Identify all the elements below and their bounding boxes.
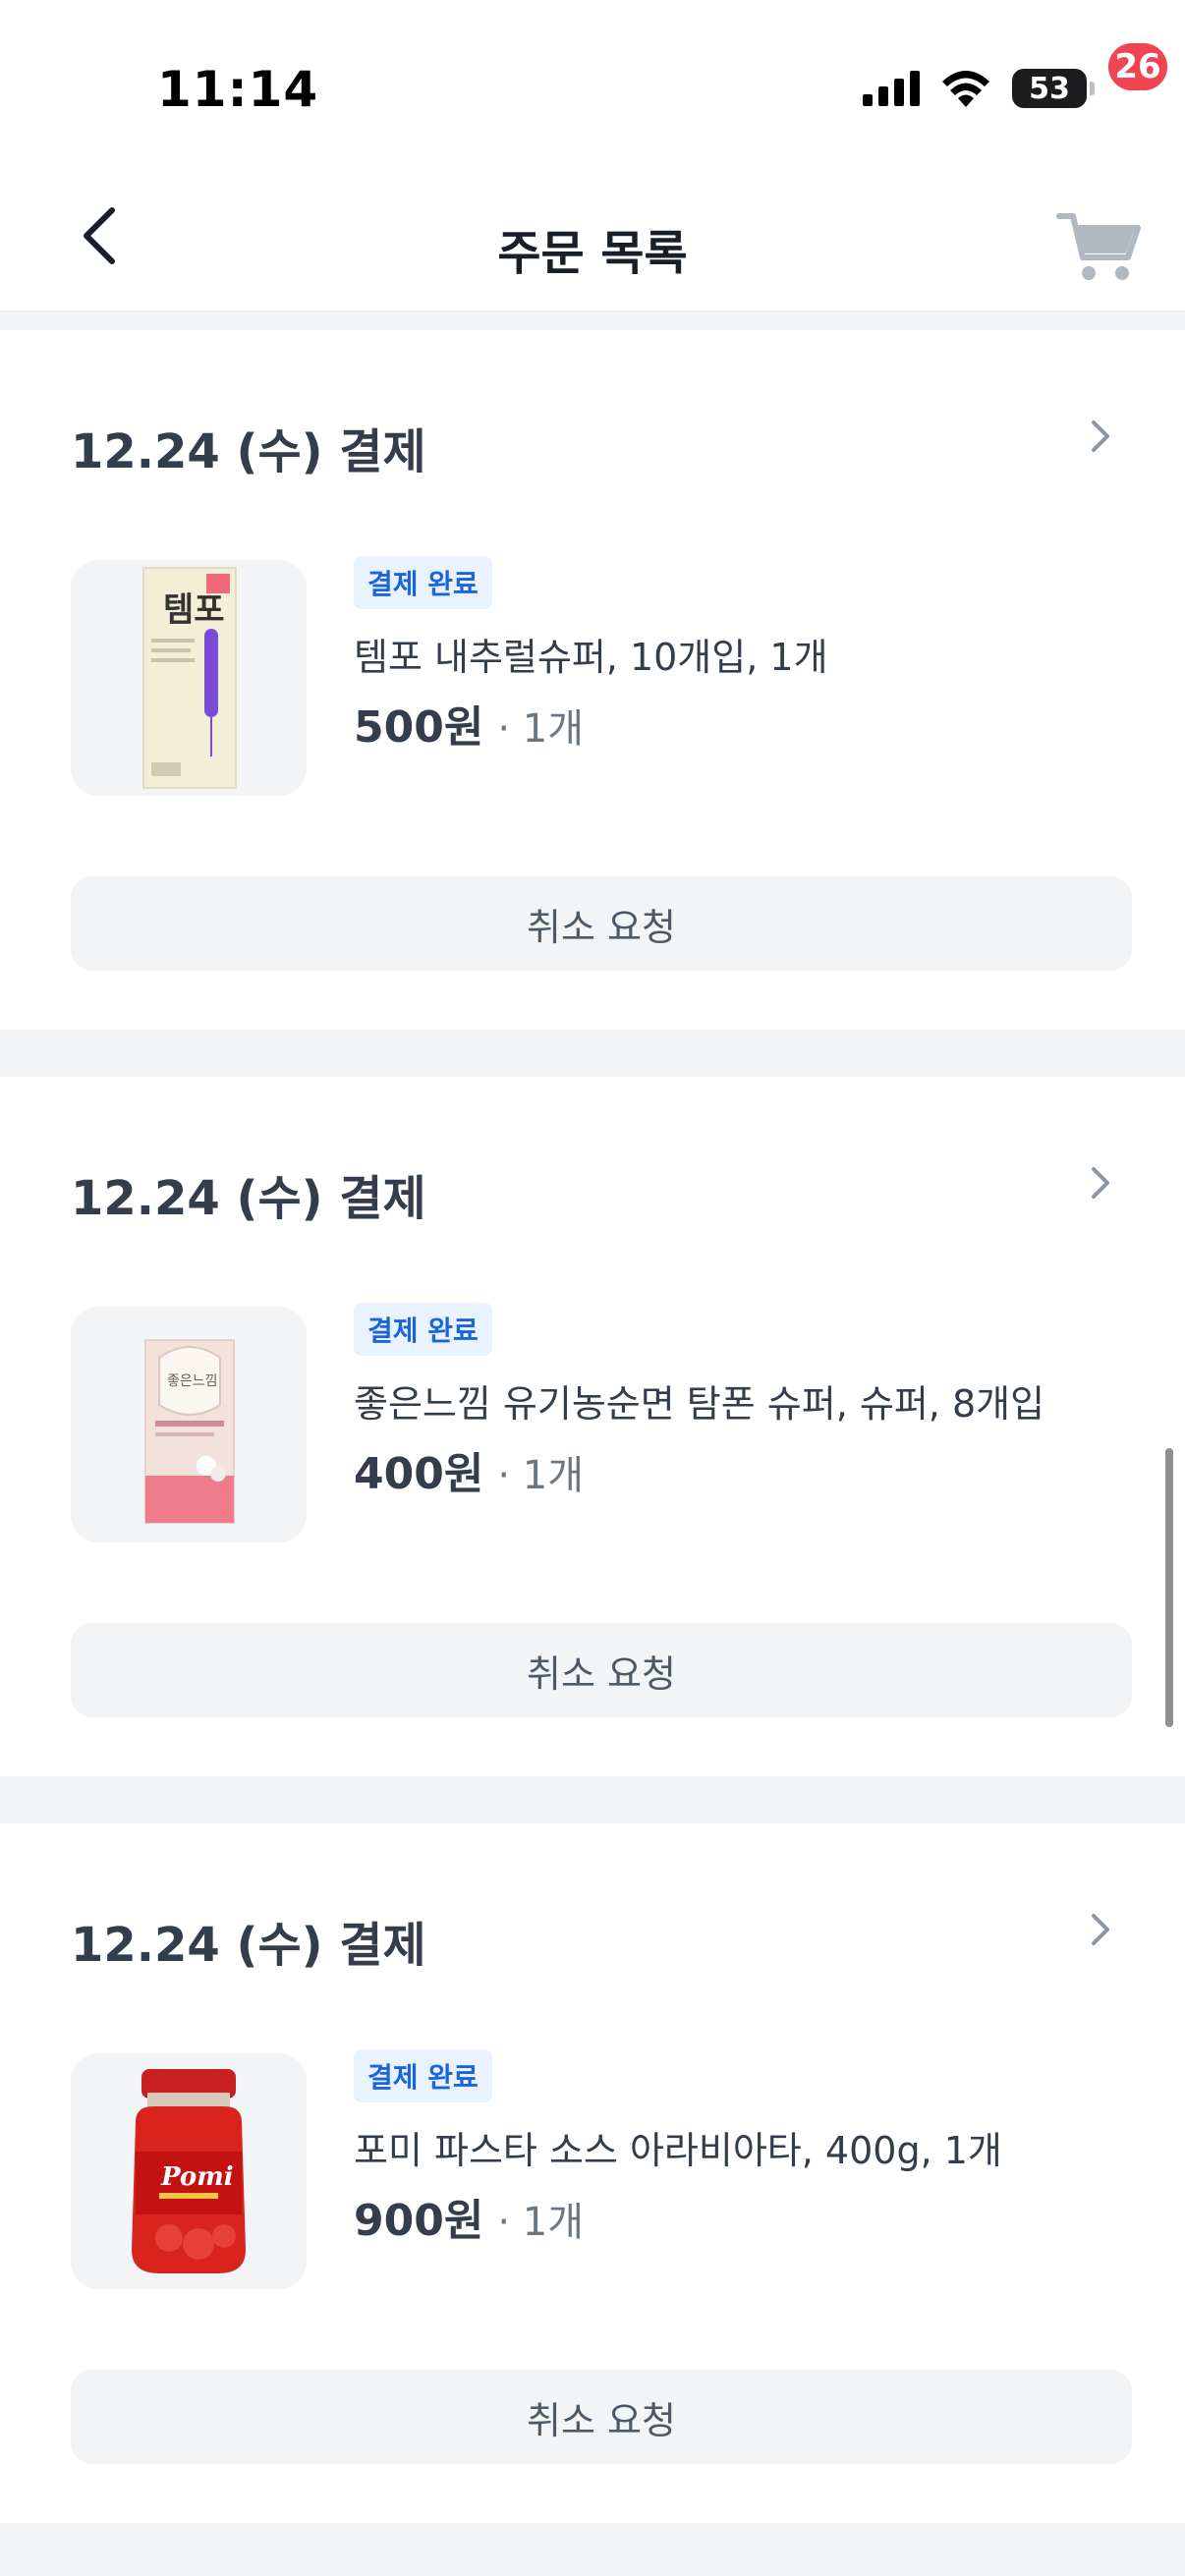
cancel-request-button[interactable]: 취소 요청 (71, 1623, 1132, 1717)
product-image[interactable]: Pomi (71, 2053, 307, 2289)
chevron-right-icon[interactable] (1081, 1910, 1120, 1949)
price-row: 500원 · 1개 (354, 692, 584, 755)
product-image-text: Pomi (160, 2162, 234, 2192)
status-icons: 53 (863, 67, 1095, 110)
product-image[interactable]: 템포 (71, 560, 307, 796)
price-row: 400원 · 1개 (354, 1438, 584, 1501)
status-badge: 결제 완료 (354, 1303, 492, 1356)
product-image-text: 템포 (163, 590, 225, 630)
scrollbar[interactable] (1165, 1448, 1173, 1727)
product-name[interactable]: 템포 내추럴슈퍼, 10개입, 1개 (354, 627, 828, 681)
order-date[interactable]: 12.24 (수) 결제 (71, 1159, 426, 1228)
chevron-right-icon[interactable] (1081, 1163, 1120, 1203)
cart-icon[interactable] (1055, 206, 1144, 285)
cart-count-badge: 26 (1104, 39, 1171, 94)
battery-icon: 53 (1012, 69, 1095, 108)
cancel-request-button[interactable]: 취소 요청 (71, 876, 1132, 971)
page-title: 주문 목록 (497, 226, 688, 281)
product-name[interactable]: 좋은느낌 유기농순면 탐폰 슈퍼, 슈퍼, 8개입 (354, 1373, 1044, 1428)
product-price: 900원 (354, 2196, 484, 2246)
status-badge: 결제 완료 (354, 556, 492, 609)
order-card: 12.24 (수) 결제 템포 결제 완료 템포 내추럴슈퍼, 10개입, 1개… (0, 330, 1185, 1030)
wifi-icon (942, 71, 989, 107)
product-image-text: 좋은느낌 (167, 1373, 218, 1389)
tampon-box-image: 좋은느낌 (144, 1339, 235, 1524)
pasta-sauce-jar-image: Pomi (132, 2069, 246, 2273)
status-bar: 11:14 53 (0, 0, 1185, 157)
cellular-signal-icon (863, 71, 920, 106)
order-date[interactable]: 12.24 (수) 결제 (71, 1906, 426, 1975)
order-date[interactable]: 12.24 (수) 결제 (71, 413, 426, 481)
order-card: 12.24 (수) 결제 좋은느낌 결제 완료 좋은느낌 유기농순면 탐폰 슈퍼… (0, 1077, 1185, 1776)
chevron-right-icon[interactable] (1081, 417, 1120, 456)
product-price: 500원 (354, 702, 484, 753)
order-card: 12.24 (수) 결제 Pomi 결제 완료 포미 파스타 소스 아라비아타,… (0, 1823, 1185, 2523)
product-image[interactable]: 좋은느낌 (71, 1307, 307, 1542)
nav-bar: 주문 목록 (0, 157, 1185, 312)
cancel-request-button[interactable]: 취소 요청 (71, 2370, 1132, 2464)
status-badge: 결제 완료 (354, 2049, 492, 2102)
status-time: 11:14 (157, 61, 319, 118)
product-price: 400원 (354, 1449, 484, 1499)
product-quantity: · 1개 (497, 2200, 585, 2245)
battery-level: 53 (1029, 71, 1070, 106)
price-row: 900원 · 1개 (354, 2185, 584, 2248)
product-quantity: · 1개 (497, 706, 585, 752)
product-quantity: · 1개 (497, 1453, 585, 1498)
product-name[interactable]: 포미 파스타 소스 아라비아타, 400g, 1개 (354, 2120, 1002, 2174)
tampon-box-image: 템포 (142, 567, 237, 789)
